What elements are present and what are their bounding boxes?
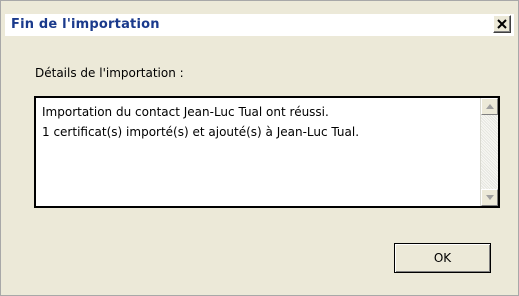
- details-label: Détails de l'importation :: [35, 66, 184, 80]
- details-line: 1 certificat(s) importé(s) et ajouté(s) …: [42, 125, 360, 139]
- import-complete-dialog: Fin de l'importation Détails de l'import…: [0, 0, 519, 296]
- details-text: Importation du contact Jean-Luc Tual ont…: [42, 102, 472, 142]
- close-button[interactable]: [493, 15, 511, 33]
- details-textbox[interactable]: Importation du contact Jean-Luc Tual ont…: [34, 96, 500, 208]
- dialog-title: Fin de l'importation: [11, 17, 160, 32]
- ok-button[interactable]: OK: [394, 243, 491, 273]
- vertical-scrollbar[interactable]: [480, 98, 498, 206]
- scroll-up-button[interactable]: [481, 98, 498, 115]
- scroll-down-button[interactable]: [481, 189, 498, 206]
- details-line: Importation du contact Jean-Luc Tual ont…: [42, 105, 329, 119]
- title-bar[interactable]: Fin de l'importation: [5, 14, 514, 36]
